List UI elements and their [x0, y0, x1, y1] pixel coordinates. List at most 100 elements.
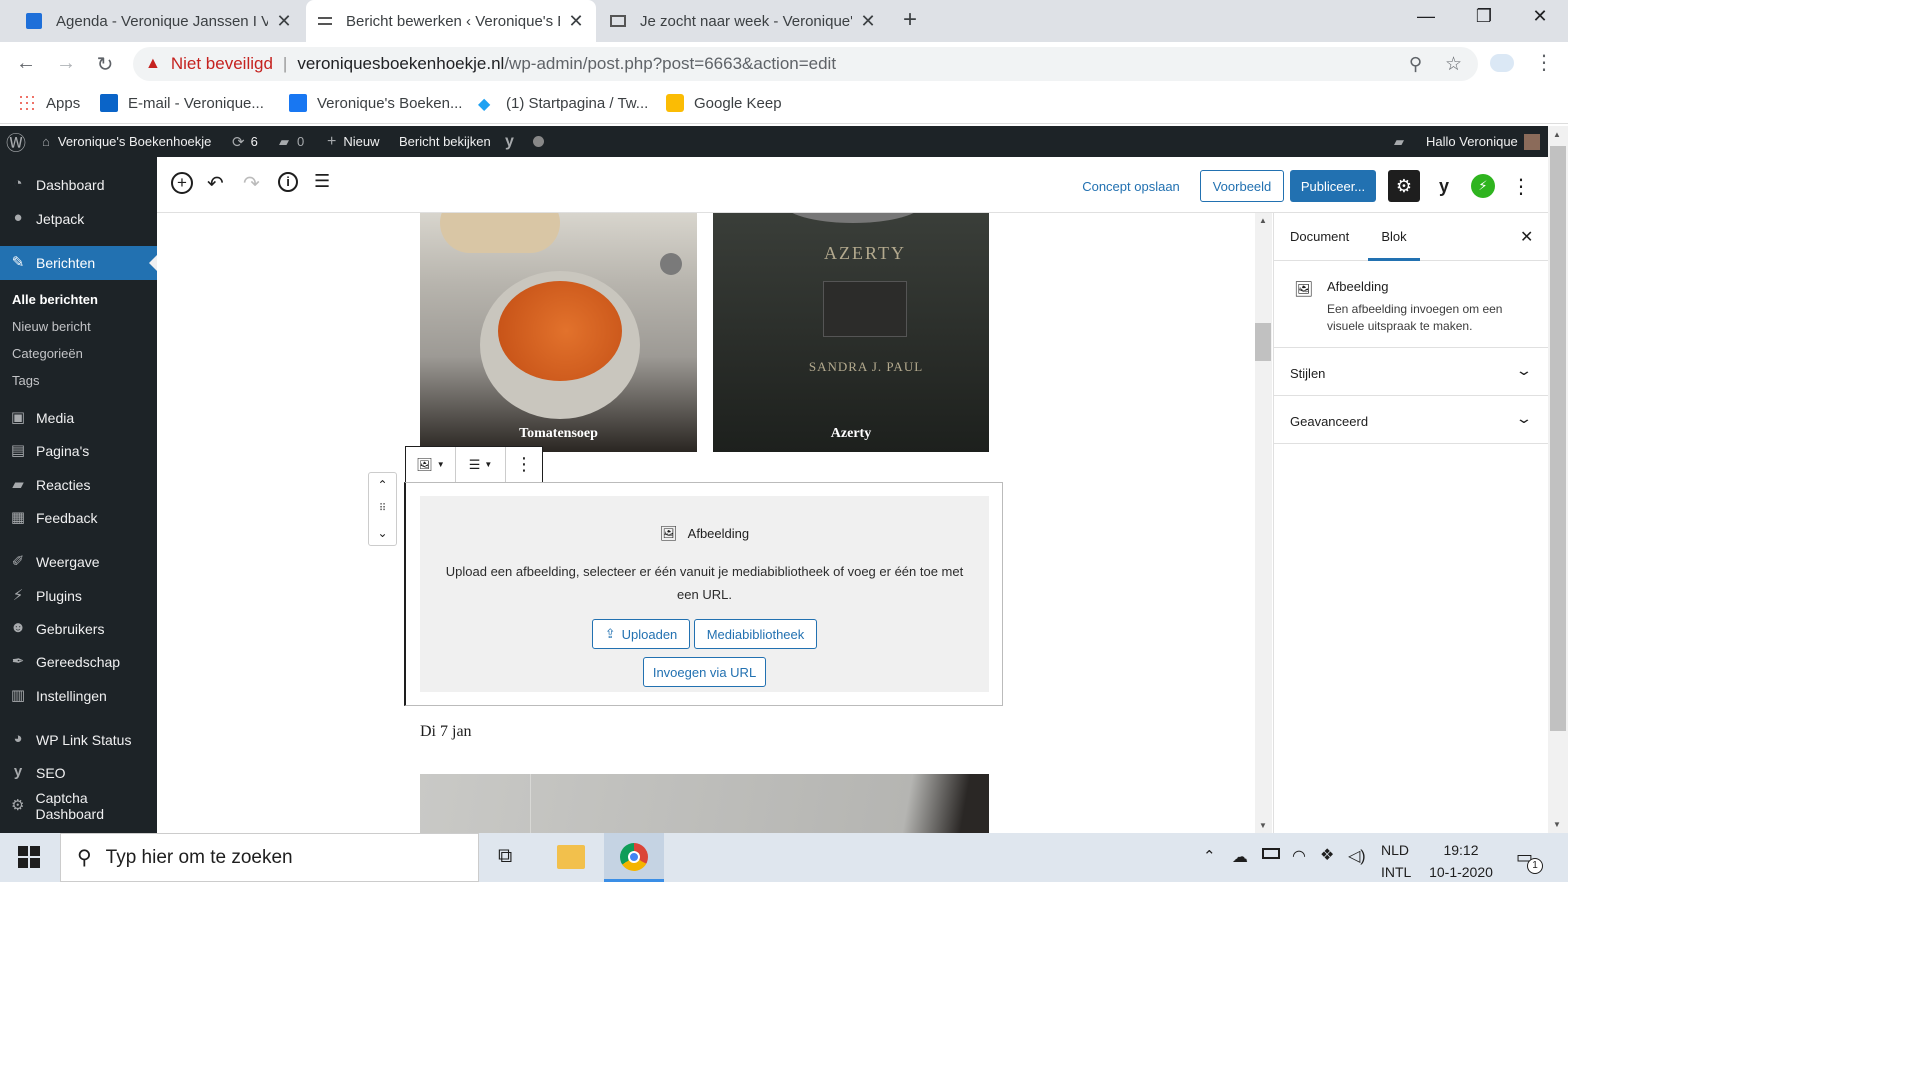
chrome-menu-icon[interactable]: ⋮ — [1534, 50, 1554, 75]
add-block-icon[interactable]: + — [171, 172, 193, 194]
seo-status-dot-icon[interactable] — [533, 126, 544, 157]
back-icon[interactable]: ← — [14, 52, 38, 75]
sidebar-item-pages[interactable]: ▤ Pagina's — [0, 434, 157, 468]
close-tab-icon[interactable]: ✕ — [276, 11, 292, 32]
redo-icon[interactable]: ↷ — [243, 171, 260, 196]
input-language[interactable]: NLD INTL — [1381, 839, 1411, 883]
sidebar-item-comments[interactable]: ▰ Reacties — [0, 468, 157, 502]
close-window-icon[interactable]: ✕ — [1520, 6, 1560, 27]
tab-block[interactable]: Blok — [1368, 213, 1420, 261]
show-hidden-icons-icon[interactable]: ⌃ — [1203, 847, 1216, 865]
block-type-switcher[interactable]: 🖼 ▼ — [406, 447, 456, 482]
upload-button[interactable]: ⇪ Uploaden — [592, 619, 690, 649]
tab-edit-post[interactable]: Bericht bewerken ‹ Veronique's B ✕ — [306, 0, 596, 42]
scroll-thumb[interactable] — [1550, 146, 1566, 731]
updates-link[interactable]: ⟳ 6 — [232, 126, 258, 157]
notification-icon[interactable]: ▰ — [1394, 126, 1404, 157]
submenu-tags[interactable]: Tags — [12, 373, 39, 388]
block-navigation-icon[interactable]: ☰ — [314, 171, 330, 192]
close-tab-icon[interactable]: ✕ — [860, 11, 876, 32]
sidebar-item-berichten[interactable]: ✎ Berichten — [0, 246, 157, 280]
comments-link[interactable]: ▰ 0 — [279, 126, 304, 157]
sidebar-item-link-status[interactable]: ◕ WP Link Status — [0, 723, 157, 757]
gallery-image-azerty[interactable]: AZERTY SANDRA J. PAUL Azerty — [713, 213, 989, 452]
submenu-all-posts[interactable]: Alle berichten — [12, 292, 98, 307]
media-library-button[interactable]: Mediabibliotheek — [694, 619, 817, 649]
bookmark-twitter[interactable]: ◆ (1) Startpagina / Tw... — [478, 94, 648, 114]
dropbox-icon[interactable]: ❖ — [1320, 845, 1334, 865]
publish-button[interactable]: Publiceer... — [1290, 170, 1376, 202]
bookmark-facebook[interactable]: Veronique's Boeken... — [289, 94, 462, 112]
taskbar-search-box[interactable]: ⚲ Typ hier om te zoeken — [60, 833, 479, 882]
volume-icon[interactable]: ◁) — [1348, 846, 1366, 866]
tab-agenda[interactable]: Agenda - Veronique Janssen I Ve ✕ — [14, 0, 304, 42]
block-more-options-icon[interactable]: ⋮ — [506, 447, 542, 482]
new-content-link[interactable]: + Nieuw — [327, 126, 379, 157]
zoom-icon[interactable]: ⚲ — [1409, 54, 1422, 75]
info-icon[interactable]: i — [278, 172, 298, 192]
extension-icon[interactable] — [1490, 54, 1514, 72]
save-draft-button[interactable]: Concept opslaan — [1079, 170, 1183, 202]
sidebar-item-captcha[interactable]: ⚙ Captcha Dashboard — [0, 789, 157, 823]
sidebar-item-feedback[interactable]: ▦ Feedback — [0, 501, 157, 535]
bookmark-email[interactable]: E-mail - Veronique... — [100, 94, 264, 112]
sidebar-item-dashboard[interactable]: ◔ Dashboard — [0, 168, 157, 202]
bookmark-keep[interactable]: Google Keep — [666, 94, 782, 112]
tab-document[interactable]: Document — [1290, 229, 1349, 244]
wifi-icon[interactable]: ◠ — [1292, 846, 1306, 866]
sidebar-item-tools[interactable]: ✒ Gereedschap — [0, 645, 157, 679]
windows-start-icon[interactable] — [18, 846, 40, 868]
view-post-link[interactable]: Bericht bekijken — [399, 126, 491, 157]
preview-button[interactable]: Voorbeeld — [1200, 170, 1284, 202]
new-tab-icon[interactable]: + — [903, 6, 917, 34]
wordpress-logo-icon[interactable]: Ⓦ — [6, 126, 26, 157]
chrome-taskbar-button[interactable] — [604, 833, 664, 882]
move-down-icon[interactable]: ⌄ — [369, 521, 396, 545]
reload-icon[interactable]: ↻ — [93, 52, 117, 77]
close-panel-icon[interactable]: ✕ — [1520, 227, 1533, 247]
yoast-icon[interactable]: y — [505, 126, 514, 157]
alignment-button[interactable]: ☰ ▼ — [456, 447, 506, 482]
styles-section-toggle[interactable]: Stijlen ⌄ — [1274, 349, 1549, 396]
bookmark-star-icon[interactable]: ☆ — [1445, 53, 1462, 76]
settings-gear-icon[interactable]: ⚙ — [1388, 170, 1420, 202]
bookmark-apps[interactable]: Apps — [18, 94, 80, 112]
restore-icon[interactable]: ❐ — [1464, 6, 1504, 27]
yoast-icon[interactable]: y — [1429, 170, 1459, 202]
sidebar-item-media[interactable]: ▣ Media — [0, 401, 157, 435]
insert-from-url-button[interactable]: Invoegen via URL — [643, 657, 766, 687]
jetpack-icon[interactable]: ⚡ — [1471, 174, 1495, 198]
close-tab-icon[interactable]: ✕ — [568, 11, 584, 32]
battery-icon[interactable] — [1262, 848, 1280, 859]
image-block[interactable]: 🖼 Afbeelding Upload een afbeelding, sele… — [404, 482, 1003, 706]
scroll-thumb[interactable] — [1255, 323, 1271, 361]
sidebar-item-seo[interactable]: y SEO — [0, 756, 157, 790]
file-explorer-icon[interactable] — [557, 845, 585, 869]
clock[interactable]: 19:12 10-1-2020 — [1426, 839, 1496, 883]
onedrive-icon[interactable]: ☁ — [1232, 847, 1248, 867]
scroll-up-arrow-icon[interactable]: ▲ — [1259, 216, 1267, 225]
page-scrollbar[interactable]: ▲ ▼ — [1548, 126, 1568, 833]
sidebar-item-plugins[interactable]: ⚡ Plugins — [0, 579, 157, 613]
task-view-icon[interactable]: ⧉ — [498, 845, 512, 868]
site-name-link[interactable]: ⌂ Veronique's Boekenhoekje — [42, 126, 211, 157]
account-menu[interactable]: Hallo Veronique — [1426, 126, 1540, 157]
paragraph-block[interactable]: Di 7 jan — [420, 723, 472, 741]
sidebar-item-jetpack[interactable]: ● Jetpack — [0, 202, 157, 236]
submenu-new-post[interactable]: Nieuw bericht — [12, 319, 91, 334]
gallery-image-soup[interactable]: Tomatensoep — [420, 213, 697, 452]
move-up-icon[interactable]: ⌃ — [369, 473, 396, 497]
submenu-categories[interactable]: Categorieën — [12, 346, 83, 361]
scroll-up-arrow-icon[interactable]: ▲ — [1553, 130, 1561, 139]
more-options-icon[interactable]: ⋮ — [1511, 170, 1531, 202]
sidebar-item-settings[interactable]: ▥ Instellingen — [0, 679, 157, 713]
tab-search[interactable]: Je zocht naar week - Veronique's ✕ — [598, 0, 888, 42]
minimize-icon[interactable]: — — [1406, 6, 1446, 27]
advanced-section-toggle[interactable]: Geavanceerd ⌄ — [1274, 397, 1549, 444]
drag-handle-icon[interactable]: ⠿ — [369, 497, 396, 521]
address-bar[interactable]: ▲ Niet beveiligd | veroniquesboekenhoekj… — [133, 47, 1478, 81]
scroll-down-arrow-icon[interactable]: ▼ — [1553, 820, 1561, 829]
undo-icon[interactable]: ↶ — [207, 171, 224, 196]
editor-scrollbar[interactable]: ▲ ▼ — [1255, 213, 1272, 833]
scroll-down-arrow-icon[interactable]: ▼ — [1259, 821, 1267, 830]
